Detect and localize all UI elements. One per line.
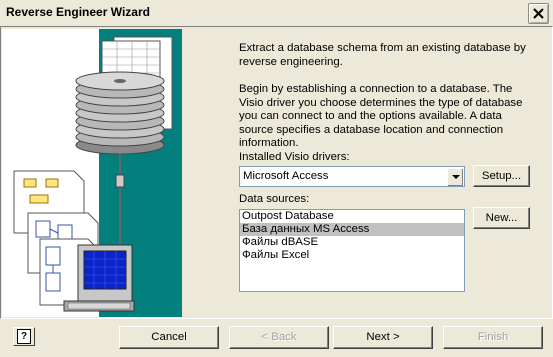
close-icon (533, 8, 544, 19)
help-icon: ? (17, 329, 31, 344)
drivers-label: Installed Visio drivers: (239, 151, 350, 163)
help-button[interactable]: ? (13, 327, 35, 346)
data-source-item[interactable]: Outpost Database (240, 210, 464, 223)
data-source-item-selected[interactable]: База данных MS Access (240, 223, 464, 236)
data-source-item[interactable]: Файлы dBASE (240, 236, 464, 249)
data-sources-list[interactable]: Outpost Database База данных MS Access Ф… (239, 209, 465, 292)
next-button[interactable]: Next > (333, 326, 433, 349)
title-bar: Reverse Engineer Wizard (0, 0, 553, 27)
cancel-button[interactable]: Cancel (119, 326, 219, 349)
drivers-selected-value: Microsoft Access (243, 170, 329, 182)
wizard-illustration (2, 29, 182, 317)
database-disk-stack-icon (75, 71, 165, 155)
chevron-down-icon (452, 175, 460, 179)
data-source-item[interactable]: Файлы Excel (240, 249, 464, 262)
intro-text: Extract a database schema from an existi… (239, 42, 526, 68)
window-title: Reverse Engineer Wizard (6, 5, 150, 19)
back-button[interactable]: < Back (229, 326, 329, 349)
drivers-dropdown[interactable]: Microsoft Access (239, 166, 465, 187)
dropdown-arrow-button[interactable] (447, 168, 463, 186)
finish-button[interactable]: Finish (443, 326, 543, 349)
instructions-text: Begin by establishing a connection to a … (239, 83, 523, 150)
data-sources-label: Data sources: (239, 193, 310, 205)
close-button[interactable] (528, 3, 549, 24)
database-computer-illustration (13, 36, 173, 312)
new-data-source-button[interactable]: New... (473, 207, 530, 229)
setup-button[interactable]: Setup... (473, 165, 530, 187)
